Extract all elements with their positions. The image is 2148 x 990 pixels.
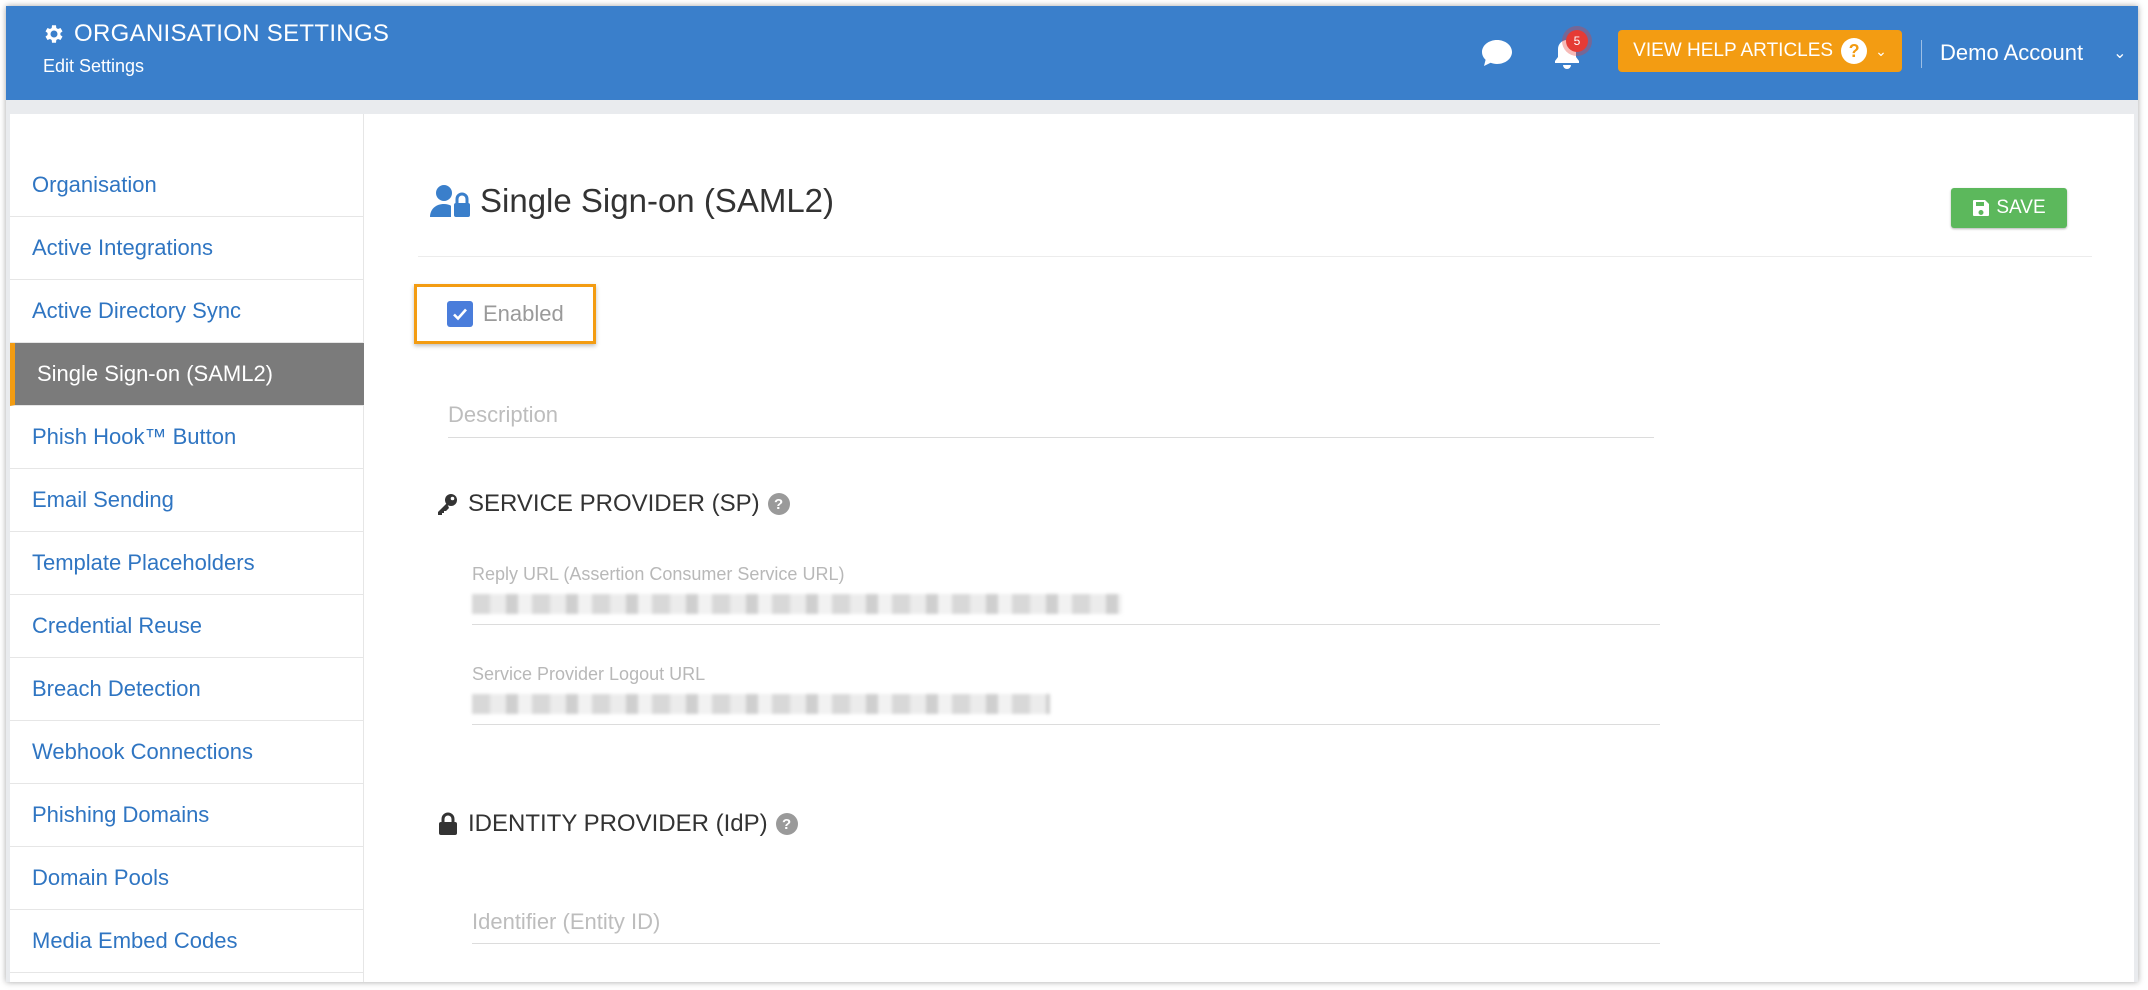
header-divider — [1921, 40, 1922, 68]
save-button-label: SAVE — [1996, 197, 2046, 218]
app-window: ORGANISATION SETTINGS Edit Settings 5 VI… — [6, 6, 2138, 982]
sidebar-item-active-directory-sync[interactable]: Active Directory Sync — [10, 280, 364, 343]
chevron-down-icon: ⌄ — [1875, 42, 1887, 59]
view-help-articles-button[interactable]: VIEW HELP ARTICLES ? ⌄ — [1618, 30, 1902, 72]
sidebar-item-breach-detection[interactable]: Breach Detection — [10, 658, 364, 721]
settings-sidebar: Organisation Active Integrations Active … — [10, 114, 364, 982]
sidebar-item-organisation[interactable]: Organisation — [10, 154, 364, 217]
key-icon — [438, 494, 457, 515]
sidebar-item-phish-hook-button[interactable]: Phish Hook™ Button — [10, 406, 364, 469]
sidebar-item-credential-reuse[interactable]: Credential Reuse — [10, 595, 364, 658]
user-lock-icon — [430, 185, 470, 217]
account-menu[interactable]: Demo Account ⌄ — [1940, 40, 2126, 66]
lock-icon — [439, 812, 457, 835]
reply-url-underline — [472, 624, 1660, 625]
idp-section-heading: IDENTITY PROVIDER (IdP) ? — [436, 810, 798, 838]
content-card: Organisation Active Integrations Active … — [10, 114, 2134, 982]
help-button-label: VIEW HELP ARTICLES — [1633, 40, 1834, 61]
question-circle-icon[interactable]: ? — [767, 493, 790, 515]
entity-id-field[interactable] — [472, 900, 1660, 944]
settings-main-panel: Single Sign-on (SAML2) SAVE Enabled Desc… — [364, 114, 2134, 982]
sidebar-item-active-integrations[interactable]: Active Integrations — [10, 217, 364, 280]
header-subtitle: Edit Settings — [43, 56, 145, 76]
chevron-down-icon: ⌄ — [2113, 45, 2127, 62]
enabled-highlight: Enabled — [414, 284, 596, 344]
notification-badge: 5 — [1566, 30, 1588, 52]
sidebar-item-webhook-connections[interactable]: Webhook Connections — [10, 721, 364, 784]
gear-icon — [45, 25, 63, 43]
reply-url-label: Reply URL (Assertion Consumer Service UR… — [472, 564, 845, 584]
sidebar-item-media-embed-codes[interactable]: Media Embed Codes — [10, 910, 364, 973]
enabled-label: Enabled — [483, 301, 564, 326]
sidebar-list: Organisation Active Integrations Active … — [10, 154, 364, 973]
logout-url-label: Service Provider Logout URL — [472, 664, 706, 684]
sidebar-item-email-sending[interactable]: Email Sending — [10, 469, 364, 532]
sp-section-heading: SERVICE PROVIDER (SP) ? — [436, 490, 790, 518]
sidebar-item-template-placeholders[interactable]: Template Placeholders — [10, 532, 364, 595]
page-title-text: Single Sign-on (SAML2) — [480, 182, 835, 219]
title-divider — [418, 256, 2092, 257]
chat-bubble-icon[interactable] — [1480, 38, 1514, 68]
checkmark-icon — [453, 308, 467, 321]
idp-section-title: IDENTITY PROVIDER (IdP) — [468, 810, 768, 837]
sidebar-item-single-sign-on[interactable]: Single Sign-on (SAML2) — [10, 343, 364, 406]
floppy-disk-icon — [1973, 200, 1990, 216]
question-circle-icon[interactable]: ? — [775, 813, 798, 835]
question-circle-icon: ? — [1841, 38, 1868, 64]
sidebar-item-domain-pools[interactable]: Domain Pools — [10, 847, 364, 910]
page-title: Single Sign-on (SAML2) — [430, 182, 834, 220]
logout-url-underline — [472, 724, 1660, 725]
account-name: Demo Account — [1940, 40, 2084, 65]
sp-section-title: SERVICE PROVIDER (SP) — [468, 490, 760, 517]
header-title: ORGANISATION SETTINGS — [42, 20, 389, 48]
reply-url-value-redacted[interactable] — [472, 594, 1122, 614]
sidebar-item-phishing-domains[interactable]: Phishing Domains — [10, 784, 364, 847]
top-header: ORGANISATION SETTINGS Edit Settings 5 VI… — [6, 6, 2138, 100]
description-field[interactable] — [448, 392, 1654, 438]
enabled-checkbox[interactable] — [447, 301, 473, 327]
save-button[interactable]: SAVE — [1951, 188, 2067, 228]
header-title-text: ORGANISATION SETTINGS — [74, 20, 390, 47]
logout-url-value-redacted[interactable] — [472, 694, 1050, 714]
